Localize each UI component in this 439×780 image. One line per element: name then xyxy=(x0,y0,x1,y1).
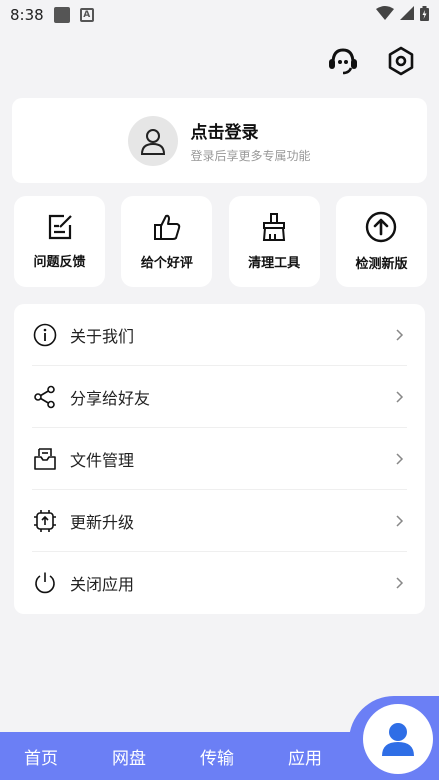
clock: 8:38 xyxy=(10,6,44,24)
menu-item-about[interactable]: 关于我们 xyxy=(32,304,407,366)
wifi-icon xyxy=(376,6,394,24)
user-filled-icon xyxy=(382,723,414,756)
chevron-right-icon xyxy=(393,328,407,342)
upgrade-icon xyxy=(32,508,58,534)
feedback-icon xyxy=(48,214,72,240)
quick-actions: 问题反馈 给个好评 清理工具 检测新版 xyxy=(14,196,427,287)
quick-action-label: 检测新版 xyxy=(355,257,408,272)
quick-action-label: 清理工具 xyxy=(248,256,301,271)
tab-home[interactable]: 首页 xyxy=(24,744,112,769)
user-icon xyxy=(141,128,166,155)
battery-icon xyxy=(420,5,429,25)
tab-transfer[interactable]: 传输 xyxy=(200,744,288,769)
thumbs-up-icon xyxy=(153,214,181,240)
menu-item-label: 文件管理 xyxy=(70,450,135,470)
signal-icon xyxy=(400,6,414,24)
tab-cloud-disk[interactable]: 网盘 xyxy=(112,744,200,769)
tab-profile-button[interactable] xyxy=(363,704,433,774)
chevron-right-icon xyxy=(393,576,407,590)
quick-action-feedback[interactable]: 问题反馈 xyxy=(14,196,105,287)
arrow-up-circle-icon xyxy=(366,211,397,243)
settings-icon[interactable] xyxy=(385,45,417,77)
menu-item-share[interactable]: 分享给好友 xyxy=(32,366,407,428)
info-icon xyxy=(32,322,58,348)
avatar[interactable] xyxy=(128,115,179,166)
quick-action-label: 问题反馈 xyxy=(33,255,86,270)
notification-square-icon xyxy=(53,7,70,23)
customer-service-icon[interactable] xyxy=(327,45,359,77)
top-actions xyxy=(327,45,417,77)
menu-item-label: 更新升级 xyxy=(70,512,135,532)
menu-item-file-manager[interactable]: 文件管理 xyxy=(32,428,407,490)
quick-action-label: 给个好评 xyxy=(140,256,193,271)
chevron-right-icon xyxy=(393,452,407,466)
menu-item-label: 关闭应用 xyxy=(70,575,135,594)
quick-action-check-update[interactable]: 检测新版 xyxy=(335,196,427,287)
broom-icon xyxy=(263,213,286,241)
menu-item-label: 关于我们 xyxy=(70,326,135,346)
settings-menu: 关于我们 分享给好友 文件管理 更新升级 关闭应用 xyxy=(14,304,425,614)
menu-item-close-app[interactable]: 关闭应用 xyxy=(32,552,407,614)
quick-action-clean[interactable]: 清理工具 xyxy=(228,196,320,287)
menu-item-label: 分享给好友 xyxy=(70,388,151,408)
login-subtitle: 登录后享更多专属功能 xyxy=(190,148,311,163)
a-badge-icon: A xyxy=(79,8,94,22)
menu-item-upgrade[interactable]: 更新升级 xyxy=(32,490,407,552)
power-icon xyxy=(32,570,58,596)
share-icon xyxy=(32,384,58,410)
login-title[interactable]: 点击登录 xyxy=(190,118,310,143)
status-bar: 8:38 A xyxy=(0,0,439,30)
chevron-right-icon xyxy=(393,514,407,528)
folder-icon xyxy=(32,446,58,472)
quick-action-rate[interactable]: 给个好评 xyxy=(121,196,213,287)
login-card[interactable]: 点击登录 登录后享更多专属功能 xyxy=(12,98,427,183)
login-text: 点击登录 登录后享更多专属功能 xyxy=(190,118,310,164)
chevron-right-icon xyxy=(393,390,407,404)
